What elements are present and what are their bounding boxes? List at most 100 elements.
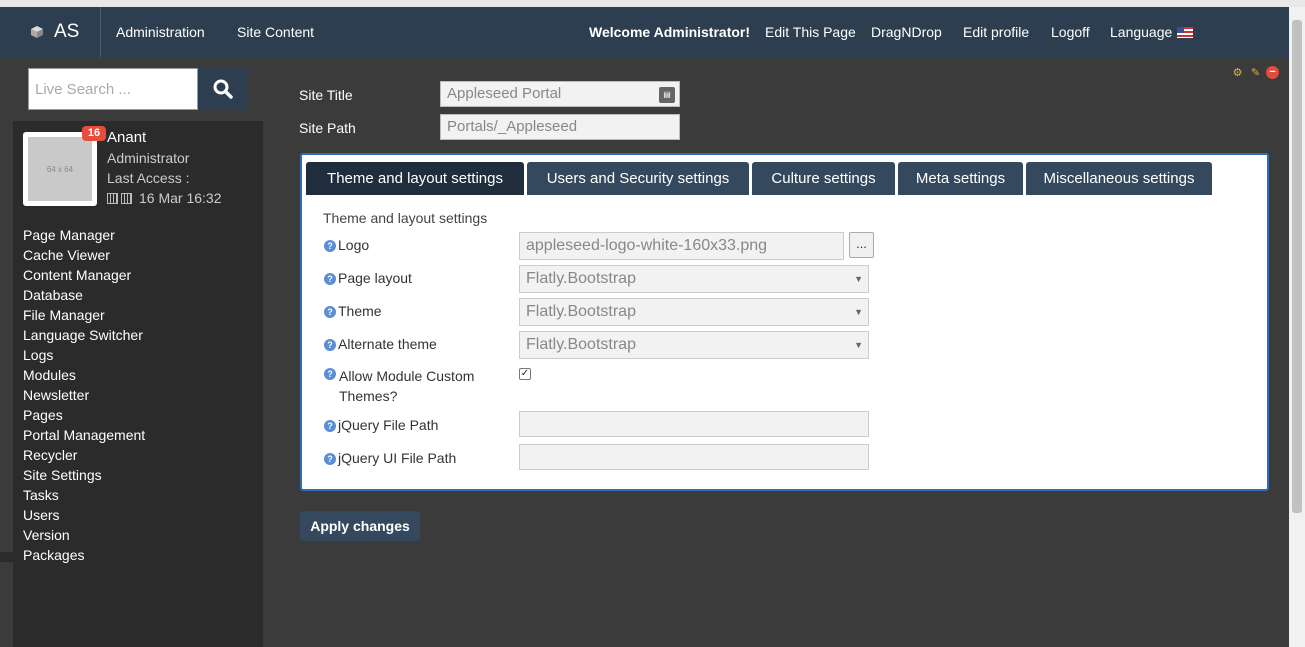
tab-miscellaneous[interactable]: Miscellaneous settings: [1026, 162, 1212, 195]
jquery-ui-row-label: ? jQuery UI File Path: [324, 450, 456, 466]
page-layout-label: Page layout: [338, 270, 412, 286]
logo-field[interactable]: appleseed-logo-white-160x33.png: [519, 232, 844, 260]
jquery-ui-label: jQuery UI File Path: [338, 450, 457, 466]
scrollbar-thumb[interactable]: [1292, 20, 1302, 513]
nav-site-content[interactable]: Site Content: [237, 7, 314, 57]
site-path-field[interactable]: Portals/_Appleseed: [440, 114, 680, 140]
notification-badge[interactable]: 16: [82, 126, 106, 141]
search-icon: [213, 79, 233, 99]
nav-language[interactable]: Language: [1110, 7, 1194, 57]
theme-select[interactable]: Flatly.Bootstrap ▼: [519, 298, 869, 326]
menu-item-recycler[interactable]: Recycler: [23, 445, 145, 465]
brand-text: AS: [54, 21, 80, 42]
admin-menu: Page Manager Cache Viewer Content Manage…: [23, 225, 145, 565]
us-flag-icon: [1177, 27, 1194, 38]
menu-item-file-manager[interactable]: File Manager: [23, 305, 145, 325]
theme-label: Theme: [338, 303, 382, 319]
menu-item-portal-management[interactable]: Portal Management: [23, 425, 145, 445]
menu-item-database[interactable]: Database: [23, 285, 145, 305]
menu-item-language-switcher[interactable]: Language Switcher: [23, 325, 145, 345]
tab-culture[interactable]: Culture settings: [752, 162, 895, 195]
settings-panel: Theme and layout settings Users and Secu…: [300, 153, 1269, 491]
delete-icon[interactable]: −: [1266, 66, 1279, 79]
page-layout-value: Flatly.Bootstrap: [526, 270, 636, 287]
edit-icon[interactable]: ✎: [1248, 66, 1263, 81]
help-icon[interactable]: ?: [324, 273, 336, 285]
calendar-icon: [121, 192, 132, 204]
brand-divider: [100, 7, 101, 57]
browse-logo-button[interactable]: ...: [849, 232, 874, 258]
menu-item-site-settings[interactable]: Site Settings: [23, 465, 145, 485]
top-navbar: AS Administration Site Content Welcome A…: [0, 7, 1305, 57]
welcome-text: Welcome Administrator!: [589, 24, 751, 40]
menu-item-pages[interactable]: Pages: [23, 405, 145, 425]
alt-theme-value: Flatly.Bootstrap: [526, 336, 636, 353]
nav-language-label: Language: [1110, 24, 1173, 40]
site-title-field[interactable]: Appleseed Portal ▤: [440, 81, 680, 107]
help-icon[interactable]: ?: [324, 368, 336, 380]
jquery-label: jQuery File Path: [338, 417, 439, 433]
dropdown-arrow-icon: ▼: [854, 274, 863, 284]
alt-theme-label: Alternate theme: [338, 336, 437, 352]
logo-label: Logo: [338, 237, 370, 253]
site-title-value: Appleseed Portal: [447, 85, 562, 102]
page-scrollbar[interactable]: [1289, 7, 1305, 647]
menu-item-cache-viewer[interactable]: Cache Viewer: [23, 245, 145, 265]
menu-item-page-manager[interactable]: Page Manager: [23, 225, 145, 245]
site-title-label: Site Title: [299, 87, 353, 103]
site-path-label: Site Path: [299, 120, 356, 136]
theme-row-label: ? Theme: [324, 303, 382, 319]
help-icon[interactable]: ?: [324, 240, 336, 252]
menu-item-packages[interactable]: Packages: [23, 545, 145, 565]
user-role: Administrator: [107, 150, 190, 166]
nav-dragndrop[interactable]: DragNDrop: [871, 7, 942, 57]
logo-value: appleseed-logo-white-160x33.png: [526, 237, 768, 254]
last-access-value: 16 Mar 16:32: [139, 190, 222, 206]
calendar-icon: [107, 192, 118, 204]
tab-meta[interactable]: Meta settings: [898, 162, 1023, 195]
jquery-ui-path-input[interactable]: [519, 444, 869, 470]
module-tools: ⚙ ✎ −: [1230, 66, 1279, 81]
last-access-label: Last Access :: [107, 170, 190, 186]
jquery-row-label: ? jQuery File Path: [324, 417, 438, 433]
menu-item-version[interactable]: Version: [23, 525, 145, 545]
logo-row-label: ? Logo: [324, 237, 369, 253]
nav-edit-this-page[interactable]: Edit This Page: [765, 7, 856, 57]
brand[interactable]: AS: [30, 7, 79, 57]
nav-edit-profile[interactable]: Edit profile: [963, 7, 1029, 57]
menu-item-users[interactable]: Users: [23, 505, 145, 525]
user-name: Anant: [107, 129, 147, 146]
gear-icon[interactable]: ⚙: [1230, 66, 1245, 81]
search-input[interactable]: [28, 68, 198, 110]
dropdown-arrow-icon: ▼: [854, 340, 863, 350]
menu-item-logs[interactable]: Logs: [23, 345, 145, 365]
page-layout-select[interactable]: Flatly.Bootstrap ▼: [519, 265, 869, 293]
last-access-date: 16 Mar 16:32: [107, 190, 222, 206]
dropdown-arrow-icon: ▼: [854, 307, 863, 317]
custom-themes-row-label: ? Allow Module Custom Themes?: [324, 366, 494, 406]
search-button[interactable]: [198, 68, 248, 110]
alt-theme-select[interactable]: Flatly.Bootstrap ▼: [519, 331, 869, 359]
menu-item-newsletter[interactable]: Newsletter: [23, 385, 145, 405]
browser-top-strip: [0, 0, 1305, 7]
help-icon[interactable]: ?: [324, 420, 336, 432]
translate-icon[interactable]: ▤: [659, 87, 675, 103]
jquery-path-input[interactable]: [519, 411, 869, 437]
help-icon[interactable]: ?: [324, 453, 336, 465]
menu-item-content-manager[interactable]: Content Manager: [23, 265, 145, 285]
nav-administration[interactable]: Administration: [116, 7, 205, 57]
tab-users-security[interactable]: Users and Security settings: [527, 162, 749, 195]
sidebar-notch: [0, 552, 13, 562]
menu-item-modules[interactable]: Modules: [23, 365, 145, 385]
page-layout-row-label: ? Page layout: [324, 270, 412, 286]
apply-changes-button[interactable]: Apply changes: [300, 511, 420, 541]
menu-item-tasks[interactable]: Tasks: [23, 485, 145, 505]
custom-themes-checkbox[interactable]: ✓: [519, 368, 531, 380]
help-icon[interactable]: ?: [324, 306, 336, 318]
help-icon[interactable]: ?: [324, 339, 336, 351]
nav-logoff[interactable]: Logoff: [1051, 7, 1090, 57]
alt-theme-row-label: ? Alternate theme: [324, 336, 437, 352]
tab-theme-layout[interactable]: Theme and layout settings: [306, 162, 524, 195]
theme-value: Flatly.Bootstrap: [526, 303, 636, 320]
avatar[interactable]: 64 x 64: [23, 132, 97, 206]
